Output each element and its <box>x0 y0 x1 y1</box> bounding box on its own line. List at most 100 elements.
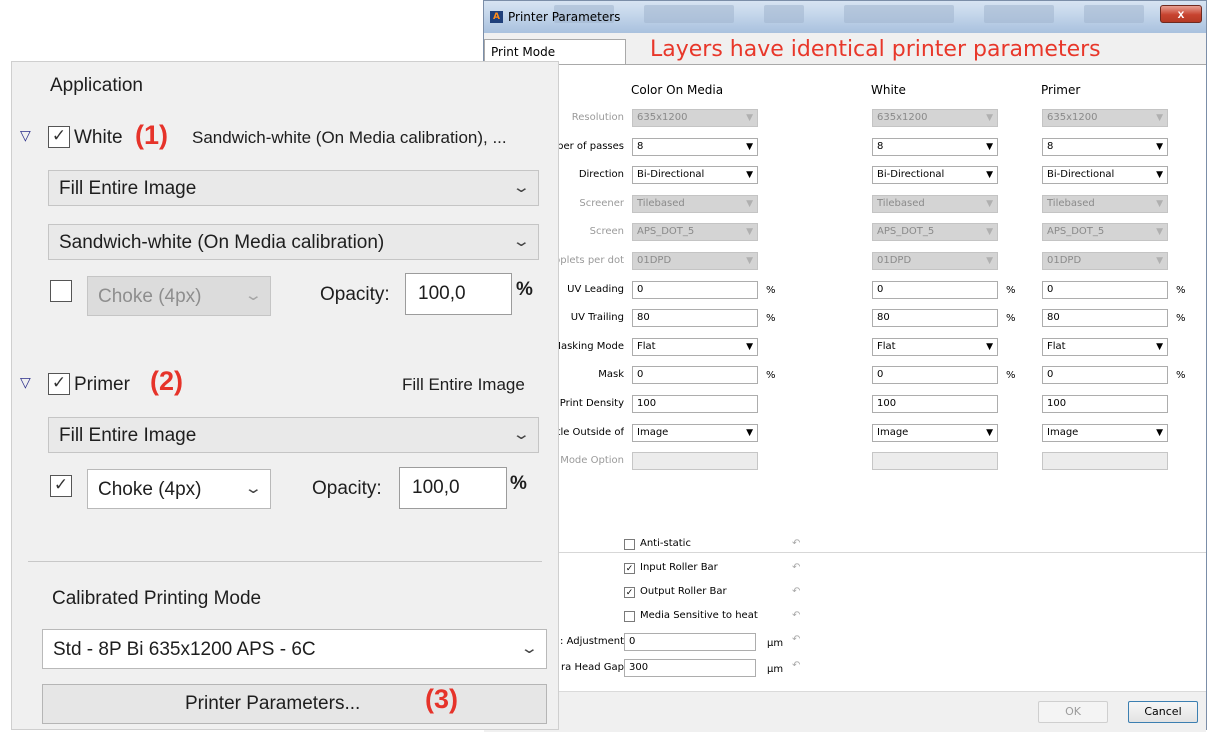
parameter-select[interactable]: 8 ▼ <box>632 137 758 156</box>
reset-icon[interactable]: ↶ <box>792 586 800 597</box>
white-choke-checkbox[interactable] <box>50 280 72 302</box>
parameter-value: Tilebased <box>637 197 685 209</box>
printing-mode-value: Std - 8P Bi 635x1200 APS - 6C <box>53 639 316 660</box>
parameter-input[interactable]: 0 <box>872 366 998 385</box>
reset-icon[interactable]: ↶ <box>792 610 800 621</box>
parameter-input[interactable]: 0 <box>632 280 758 299</box>
dropdown-arrow-icon: ▼ <box>986 141 993 152</box>
dropdown-arrow-icon: ▼ <box>746 141 753 152</box>
unit-label: % <box>1006 313 1016 325</box>
parameter-value: Tilebased <box>877 197 925 209</box>
option-checkbox[interactable]: ✓ <box>624 587 635 598</box>
parameter-select[interactable]: Flat ▼ <box>632 337 758 356</box>
primer-opacity-unit: % <box>510 473 527 494</box>
parameter-input[interactable]: 80 <box>1042 309 1168 328</box>
adjust-input[interactable]: 300 <box>624 659 756 677</box>
dropdown-arrow-icon: ▼ <box>1156 256 1163 266</box>
parameter-select[interactable]: Image ▼ <box>632 423 758 442</box>
chevron-down-icon: ⌄ <box>512 426 532 443</box>
white-choke-dropdown[interactable]: Choke (4px) ⌄ <box>87 276 271 316</box>
adjust-input[interactable]: 0 <box>624 633 756 651</box>
parameter-select[interactable]: Image ▼ <box>1042 423 1168 442</box>
reset-icon[interactable]: ↶ <box>792 634 800 645</box>
dropdown-arrow-icon: ▼ <box>746 427 753 438</box>
parameter-input[interactable]: 100 <box>872 395 998 413</box>
white-checkbox[interactable]: ✓ <box>48 126 70 148</box>
parameter-select[interactable]: Image ▼ <box>872 423 998 442</box>
unit-label: % <box>766 370 776 382</box>
parameter-select: Tilebased ▼ <box>1042 194 1168 213</box>
white-fill-dropdown[interactable]: Fill Entire Image ⌄ <box>48 170 539 206</box>
parameter-value: Flat <box>637 340 656 352</box>
parameter-value: 0 <box>637 283 644 295</box>
primer-choke-dropdown[interactable]: Choke (4px) ⌄ <box>87 469 271 509</box>
chevron-down-icon: ⌄ <box>520 640 540 657</box>
dropdown-arrow-icon: ▼ <box>986 427 993 438</box>
parameter-input[interactable]: 0 <box>1042 366 1168 385</box>
parameter-input[interactable]: 100 <box>1042 395 1168 413</box>
parameter-select[interactable]: 8 ▼ <box>872 137 998 156</box>
primer-fill-value: Fill Entire Image <box>59 425 197 446</box>
primer-checkbox[interactable]: ✓ <box>48 373 70 395</box>
printer-parameters-button[interactable]: Printer Parameters... (3) <box>42 684 547 724</box>
option-checkbox[interactable] <box>624 611 635 622</box>
parameter-select: APS_DOT_5 ▼ <box>1042 223 1168 242</box>
primer-opacity-input[interactable]: 100,0 <box>399 467 507 509</box>
parameter-select[interactable]: Flat ▼ <box>872 337 998 356</box>
parameter-value: APS_DOT_5 <box>1047 226 1105 238</box>
parameter-input <box>872 452 998 471</box>
option-checkbox[interactable] <box>624 539 635 550</box>
collapse-primer-triangle-icon[interactable]: ▽ <box>20 374 31 391</box>
close-button[interactable]: x <box>1160 5 1202 23</box>
reset-icon[interactable]: ↶ <box>792 562 800 573</box>
white-opacity-unit: % <box>516 279 533 300</box>
unit-label: % <box>766 313 776 325</box>
parameter-input[interactable]: 0 <box>872 280 998 299</box>
option-checkbox[interactable]: ✓ <box>624 563 635 574</box>
parameter-input[interactable]: 0 <box>632 366 758 385</box>
cancel-button[interactable]: Cancel <box>1128 701 1198 723</box>
parameter-value: 0 <box>637 369 644 381</box>
reset-icon[interactable]: ↶ <box>792 660 800 671</box>
printing-mode-dropdown[interactable]: Std - 8P Bi 635x1200 APS - 6C ⌄ <box>42 629 547 669</box>
white-opacity-input[interactable]: 100,0 <box>405 273 512 315</box>
unit-label: % <box>766 284 776 296</box>
parameter-value: 01DPD <box>877 255 912 266</box>
parameter-select[interactable]: Bi-Directional ▼ <box>1042 166 1168 185</box>
dropdown-arrow-icon: ▼ <box>1156 198 1163 209</box>
parameter-value: 635x1200 <box>637 112 688 123</box>
title-bar[interactable]: A Printer Parameters x <box>484 1 1206 33</box>
primer-fill-dropdown[interactable]: Fill Entire Image ⌄ <box>48 417 539 453</box>
unit-label: µm <box>767 638 784 649</box>
primer-choke-checkbox[interactable]: ✓ <box>50 475 72 497</box>
calibrated-printing-mode-heading: Calibrated Printing Mode <box>52 588 262 609</box>
dropdown-arrow-icon: ▼ <box>986 170 993 181</box>
parameter-value: 8 <box>1047 140 1054 152</box>
parameter-value: 01DPD <box>1047 255 1082 266</box>
parameter-select[interactable]: Flat ▼ <box>1042 337 1168 356</box>
parameter-input[interactable]: 80 <box>632 309 758 328</box>
option-label: Input Roller Bar <box>640 562 718 573</box>
dropdown-arrow-icon: ▼ <box>986 113 993 123</box>
dropdown-arrow-icon: ▼ <box>1156 141 1163 152</box>
parameter-select[interactable]: Bi-Directional ▼ <box>632 166 758 185</box>
dropdown-arrow-icon: ▼ <box>746 227 753 238</box>
dropdown-arrow-icon: ▼ <box>1156 227 1163 238</box>
dialog-title: Printer Parameters <box>508 10 621 24</box>
parameter-input[interactable]: 0 <box>1042 280 1168 299</box>
ok-button[interactable]: OK <box>1038 701 1108 723</box>
column-header-white: White <box>871 83 906 97</box>
parameter-input[interactable]: 100 <box>632 395 758 413</box>
section-divider <box>484 552 1206 553</box>
parameter-select: 635x1200 ▼ <box>632 109 758 127</box>
parameter-select[interactable]: 8 ▼ <box>1042 137 1168 156</box>
reset-icon[interactable]: ↶ <box>792 538 800 549</box>
white-calibration-dropdown[interactable]: Sandwich-white (On Media calibration) ⌄ <box>48 224 539 260</box>
parameter-input[interactable]: 80 <box>872 309 998 328</box>
parameter-select[interactable]: Bi-Directional ▼ <box>872 166 998 185</box>
dropdown-arrow-icon: ▼ <box>986 256 993 266</box>
parameter-input <box>632 452 758 471</box>
dropdown-arrow-icon: ▼ <box>986 341 993 352</box>
collapse-white-triangle-icon[interactable]: ▽ <box>20 127 31 144</box>
primer-opacity-label: Opacity: <box>312 478 382 499</box>
